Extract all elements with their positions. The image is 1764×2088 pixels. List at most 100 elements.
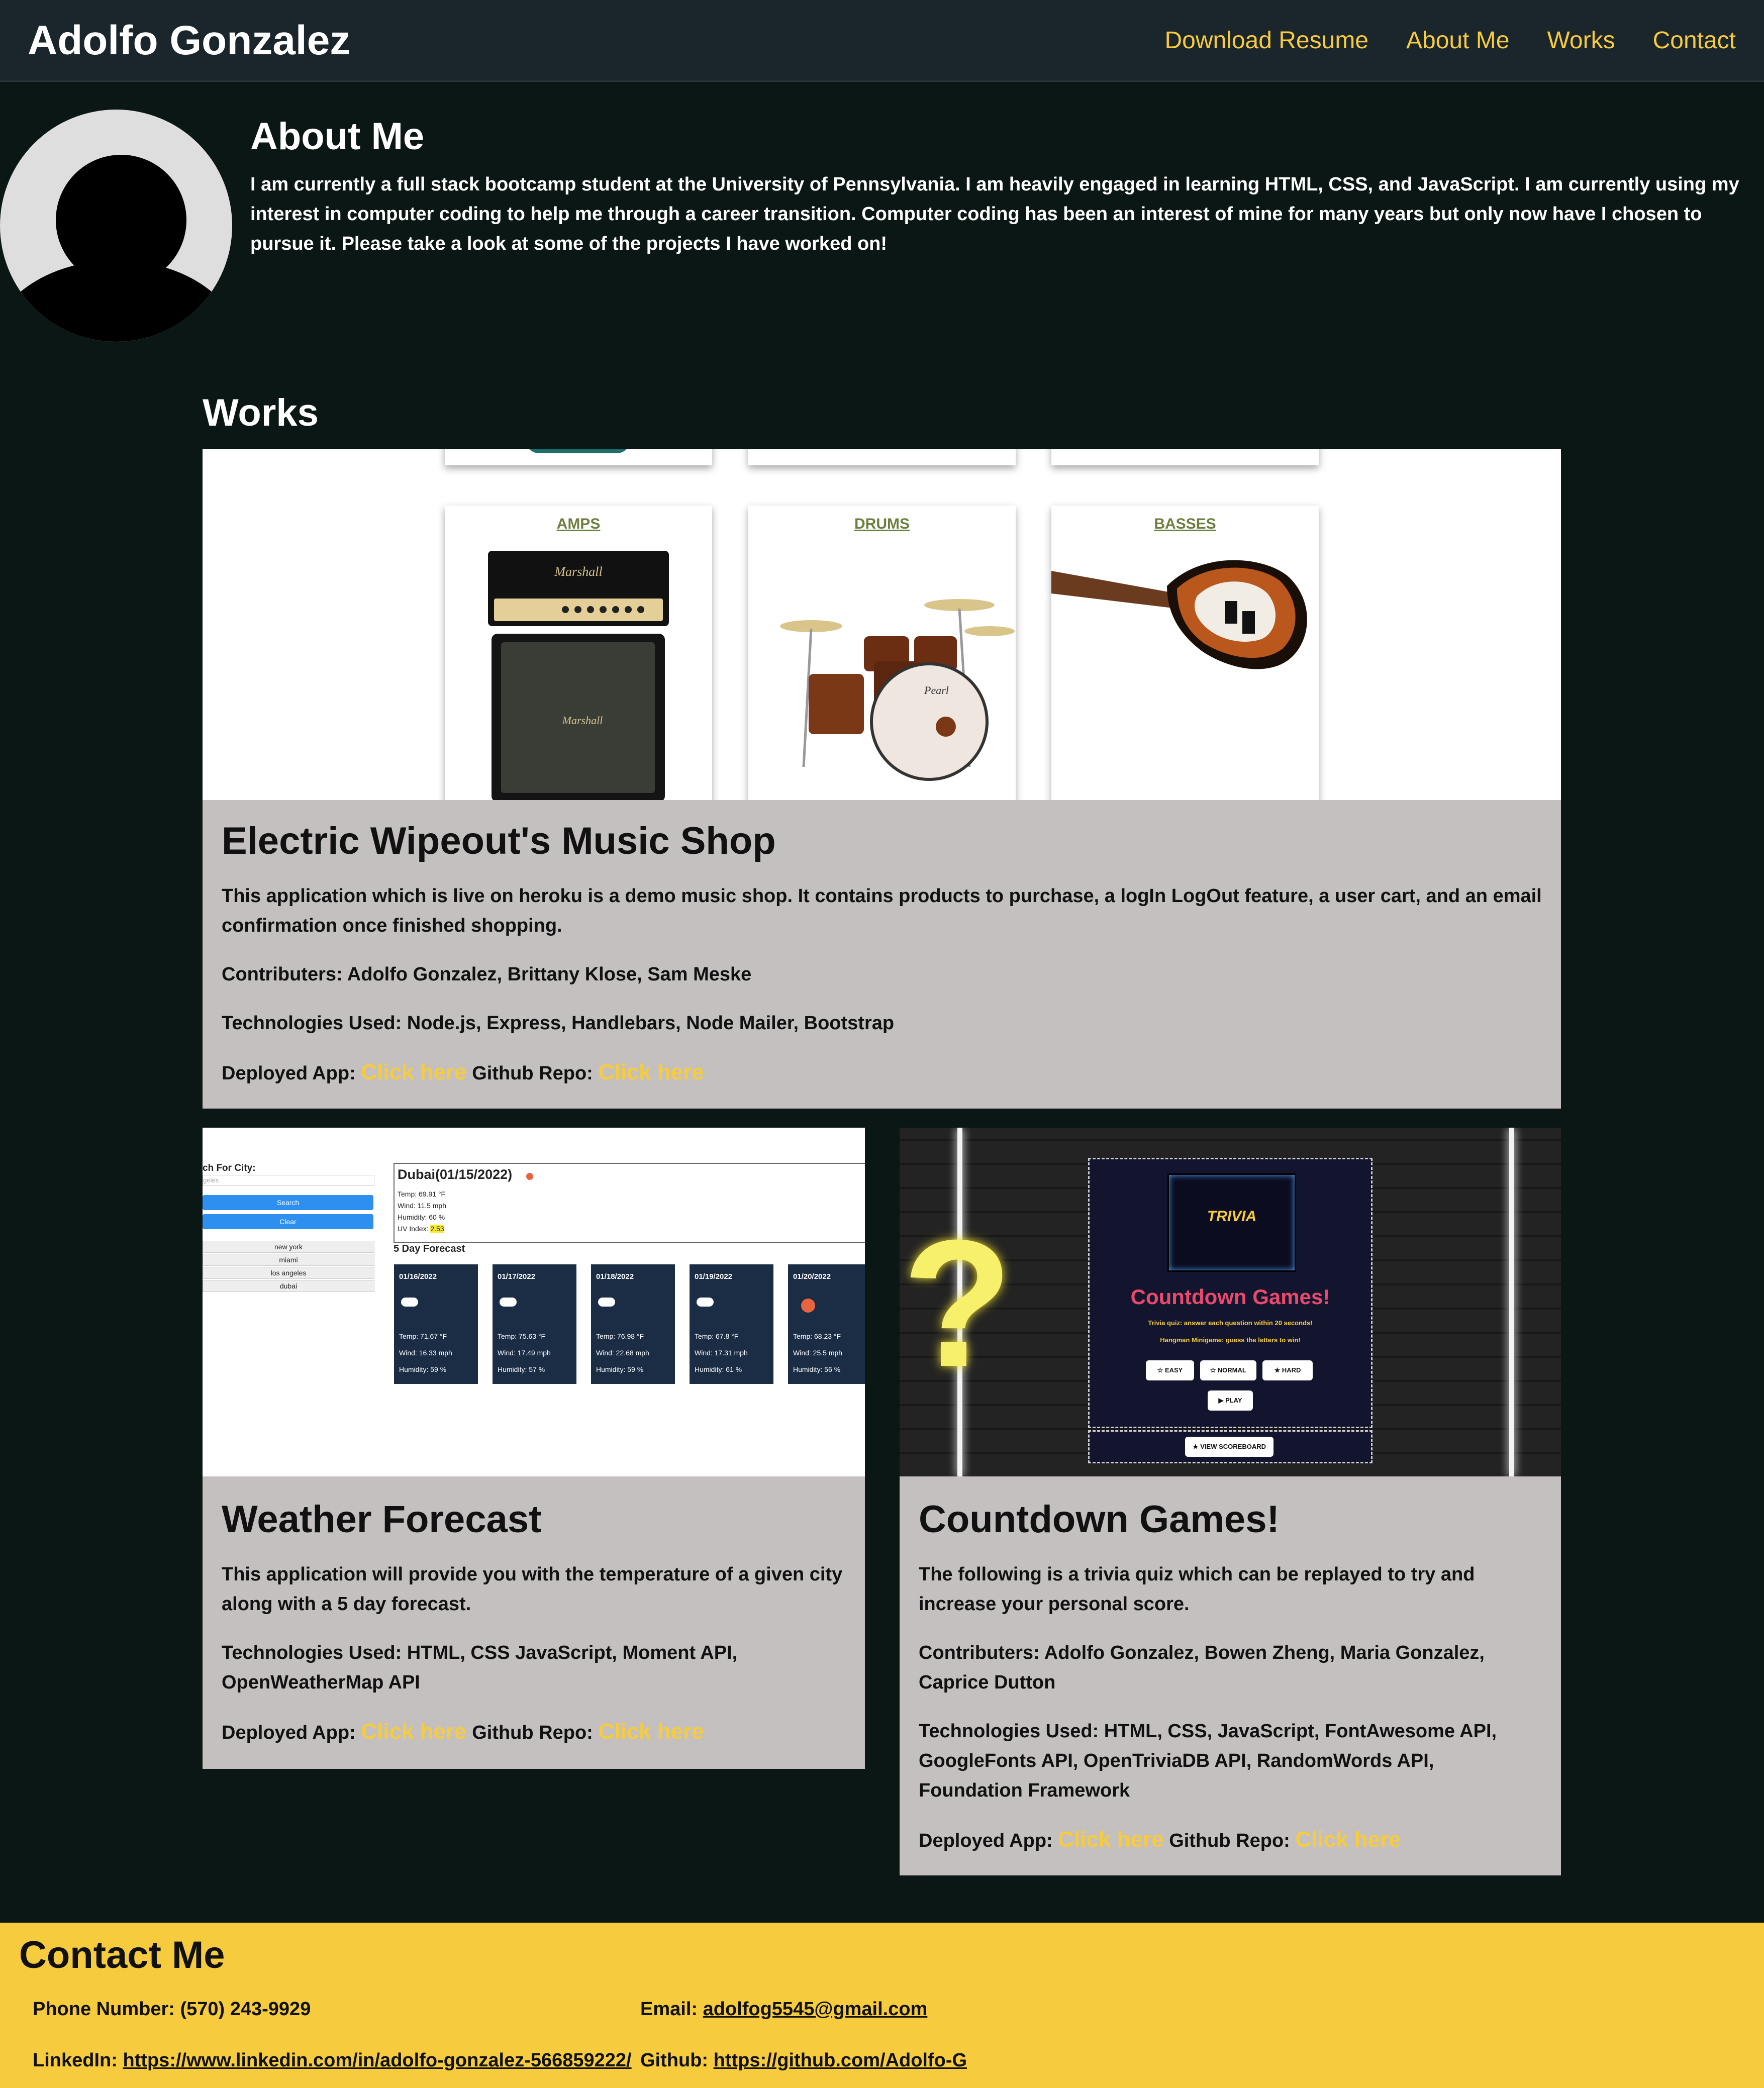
email-label: Email: [640, 1999, 698, 2020]
forecast-card: 01/18/2022 Temp: 76.98 °F Wind: 22.68 mp… [591, 1264, 675, 1384]
forecast-title: 5 Day Forecast [394, 1243, 465, 1254]
github-repo-link[interactable]: Click here [598, 1719, 704, 1744]
avatar-body-silhouette [0, 260, 232, 342]
cloud-icon [598, 1298, 615, 1307]
forecast-card: 01/16/2022 Temp: 71.67 °F Wind: 16.33 mp… [394, 1264, 478, 1384]
github-repo-label: Github Repo: [472, 1722, 593, 1743]
project-technologies: Technologies Used: HTML, CSS, JavaScript… [919, 1721, 1497, 1801]
product-tile-basses: BASSES [1051, 506, 1319, 800]
nav-about-me[interactable]: About Me [1406, 23, 1509, 58]
project-contributors: Contributers: Adolfo Gonzalez, Bowen Zhe… [919, 1642, 1485, 1693]
svg-text:Pearl: Pearl [924, 684, 949, 697]
project-card-countdown-games: ? TRIVIA Countdown Games! Trivia quiz: a… [900, 1128, 1561, 1875]
forecast-temp: Temp: 75.63 °F [498, 1332, 546, 1340]
guitar-image-fragment [525, 449, 631, 453]
deployed-app-link[interactable]: Click here [361, 1719, 466, 1744]
city-search-input: geles [203, 1175, 374, 1186]
forecast-date: 01/18/2022 [596, 1272, 634, 1281]
avatar [0, 110, 232, 342]
current-humidity: Humidity: 60 % [398, 1213, 445, 1221]
main-nav: Download Resume About Me Works Contact [1164, 23, 1736, 58]
neon-tube-right [1509, 1128, 1514, 1476]
project-description: The following is a trivia quiz which can… [919, 1564, 1475, 1615]
github-label: Github: [640, 2050, 709, 2071]
linkedin-link[interactable]: https://www.linkedin.com/in/adolfo-gonza… [123, 2050, 631, 2071]
forecast-humidity: Humidity: 61 % [695, 1365, 742, 1373]
nav-works[interactable]: Works [1547, 23, 1615, 58]
forecast-card: 01/20/2022 Temp: 68.23 °F Wind: 25.5 mph… [788, 1264, 865, 1384]
easy-button: ☆ EASY [1146, 1360, 1194, 1380]
product-tile-partial [1051, 449, 1319, 465]
project-links: Deployed App: Click here Github Repo: Cl… [222, 1057, 1542, 1088]
forecast-temp: Temp: 68.23 °F [793, 1332, 841, 1340]
forecast-wind: Wind: 25.5 mph [793, 1349, 843, 1357]
game-instructions-1: Trivia quiz: answer each question within… [1148, 1319, 1313, 1327]
project-technologies: Technologies Used: HTML, CSS JavaScript,… [222, 1642, 738, 1693]
phone-number: (570) 243-9929 [180, 1999, 311, 2020]
forecast-temp: Temp: 76.98 °F [596, 1332, 644, 1340]
project-title: Weather Forecast [222, 1498, 542, 1541]
about-title: About Me [250, 115, 425, 158]
trivia-logo: TRIVIA [1167, 1173, 1296, 1272]
game-instructions-2: Hangman Minigame: guess the letters to w… [1160, 1336, 1301, 1344]
history-item: miami [203, 1254, 374, 1266]
history-item: new york [203, 1241, 374, 1253]
deployed-app-label: Deployed App: [222, 1063, 356, 1084]
github-repo-label: Github Repo: [472, 1063, 593, 1084]
product-tile-drums: DRUMS Pearl [748, 506, 1016, 800]
deployed-app-link[interactable]: Click here [361, 1060, 466, 1084]
hard-label: HARD [1282, 1366, 1301, 1374]
forecast-wind: Wind: 22.68 mph [596, 1349, 649, 1357]
about-text: I am currently a full stack bootcamp stu… [250, 174, 1739, 254]
deployed-app-label: Deployed App: [222, 1722, 356, 1743]
forecast-humidity: Humidity: 59 % [399, 1365, 447, 1373]
forecast-date: 01/20/2022 [793, 1272, 831, 1281]
forecast-humidity: Humidity: 57 % [498, 1365, 545, 1373]
contact-linkedin: LinkedIn: https://www.linkedin.com/in/ad… [33, 2045, 632, 2075]
product-tile-partial [445, 449, 712, 465]
phone-label: Phone Number: [33, 1999, 175, 2020]
github-repo-label: Github Repo: [1169, 1830, 1290, 1851]
forecast-date: 01/16/2022 [399, 1272, 437, 1281]
project-links: Deployed App: Click here Github Repo: Cl… [919, 1825, 1542, 1856]
project-card-weather: ch For City: geles Search Clear new york… [203, 1128, 865, 1769]
project-screenshot-countdown-games[interactable]: ? TRIVIA Countdown Games! Trivia quiz: a… [900, 1128, 1561, 1476]
uv-index: UV Index: 2.53 [398, 1225, 444, 1233]
svg-text:Marshall: Marshall [554, 564, 602, 579]
contact-email: Email: adolfog5545@gmail.com [640, 1994, 927, 2024]
trivia-logo-text: TRIVIA [1207, 1208, 1257, 1225]
easy-label: EASY [1164, 1366, 1183, 1374]
project-screenshot-music-shop[interactable]: AMPS Marshall Marshall DRUMS Pearl BASSE… [203, 449, 1561, 800]
scoreboard-label: VIEW SCOREBOARD [1200, 1443, 1266, 1450]
svg-text:Marshall: Marshall [562, 714, 603, 727]
cloud-icon [500, 1298, 517, 1307]
normal-button: ✫ NORMAL [1200, 1360, 1256, 1380]
uv-index-label: UV Index: [398, 1225, 429, 1233]
github-repo-link[interactable]: Click here [598, 1060, 704, 1084]
forecast-temp: Temp: 67.8 °F [695, 1332, 739, 1340]
github-repo-link[interactable]: Click here [1295, 1827, 1401, 1852]
clear-button: Clear [203, 1214, 373, 1229]
contact-section: Contact Me Phone Number: (570) 243-9929 … [0, 1923, 1764, 2088]
sun-icon [801, 1299, 815, 1313]
game-title: Countdown Games! [1130, 1285, 1330, 1309]
deployed-app-label: Deployed App: [919, 1830, 1053, 1851]
drums-image: Pearl [780, 599, 1015, 781]
forecast-date: 01/19/2022 [695, 1272, 733, 1281]
site-title: Adolfo Gonzalez [28, 18, 351, 63]
nav-download-resume[interactable]: Download Resume [1164, 23, 1368, 58]
project-screenshot-weather[interactable]: ch For City: geles Search Clear new york… [203, 1128, 865, 1476]
search-button: Search [203, 1195, 373, 1210]
cloud-icon [401, 1298, 418, 1307]
forecast-wind: Wind: 17.49 mph [498, 1349, 551, 1357]
bass-image [1051, 560, 1307, 669]
project-contributors: Contributers: Adolfo Gonzalez, Brittany … [222, 964, 752, 985]
nav-contact[interactable]: Contact [1653, 23, 1736, 58]
email-link[interactable]: adolfog5545@gmail.com [703, 1999, 928, 2020]
github-link[interactable]: https://github.com/Adolfo-G [714, 2050, 967, 2071]
deployed-app-link[interactable]: Click here [1058, 1827, 1163, 1852]
project-body-music-shop: Electric Wipeout's Music Shop This appli… [222, 816, 1542, 1108]
forecast-wind: Wind: 16.33 mph [399, 1349, 452, 1357]
project-body-countdown-games: Countdown Games! The following is a triv… [919, 1495, 1542, 1875]
forecast-date: 01/17/2022 [498, 1272, 536, 1281]
